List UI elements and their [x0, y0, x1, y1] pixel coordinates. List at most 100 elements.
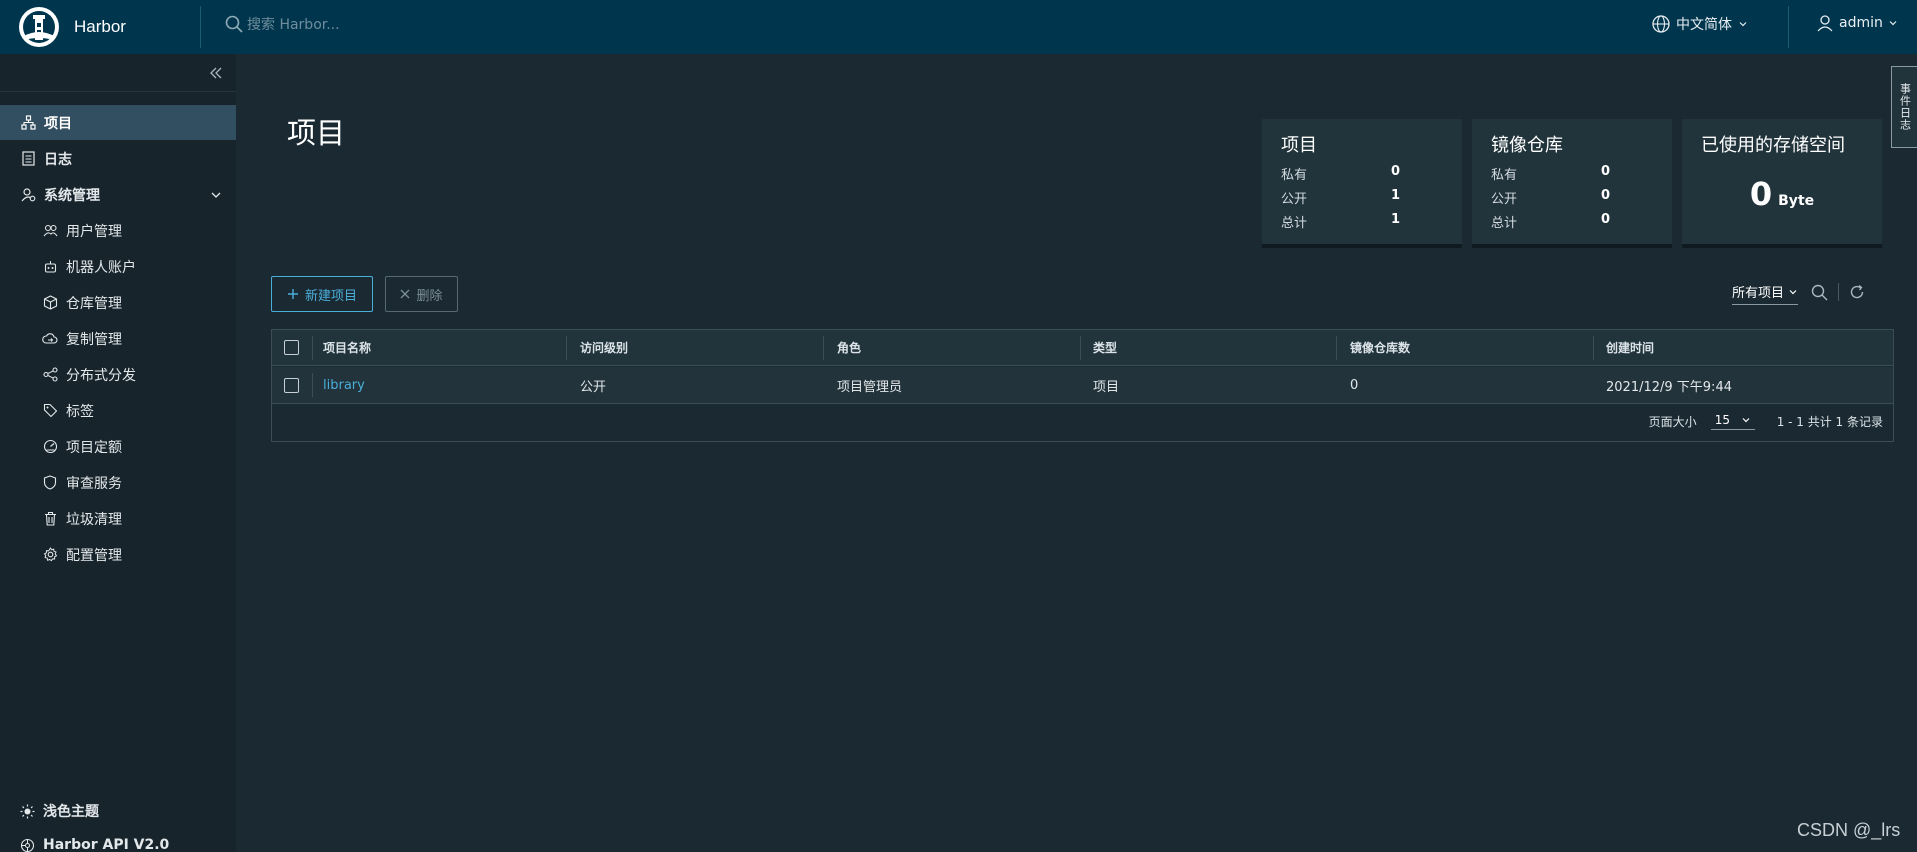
sidebar-item-label: 用户管理 [66, 223, 122, 240]
cell-type: 项目 [1093, 379, 1120, 395]
select-all-checkbox[interactable] [284, 330, 299, 365]
table-tools [1811, 283, 1865, 301]
project-filter-select[interactable]: 所有项目 [1732, 282, 1799, 305]
repositories-summary-card: 镜像仓库 私有 0 公开 0 总计 0 [1472, 119, 1672, 247]
projects-table: 项目名称 访问级别 角色 类型 镜像仓库数 创建时间 library 公开 项目… [271, 329, 1894, 442]
harbor-api-label: Harbor API V2.0 [43, 837, 170, 852]
language-selector[interactable]: 中文简体 [1652, 14, 1748, 34]
header-divider [200, 6, 201, 48]
row-checkbox[interactable] [284, 367, 299, 403]
top-header: Harbor 搜索 Harbor... 中文简体 admin [0, 0, 1917, 54]
column-header-name[interactable]: 项目名称 [323, 330, 371, 365]
search-icon [225, 15, 243, 33]
sidebar-item-label: 系统管理 [44, 187, 100, 204]
sidebar-item-label: 日志 [44, 151, 72, 168]
global-search[interactable]: 搜索 Harbor... [225, 14, 340, 34]
column-header-repo-count[interactable]: 镜像仓库数 [1350, 330, 1410, 365]
sidebar-item-label: 标签 [66, 403, 94, 420]
sidebar-item-replications[interactable]: 复制管理 [0, 321, 236, 356]
table-row[interactable]: library 公开 项目管理员 项目 0 2021/12/9 下午9:44 [272, 367, 1893, 404]
sidebar-item-quotas[interactable]: 项目定额 [0, 429, 236, 464]
sidebar-item-label: 机器人账户 [66, 259, 136, 276]
sidebar-item-robot-accounts[interactable]: 机器人账户 [0, 249, 236, 284]
search-icon[interactable] [1811, 284, 1828, 301]
sidebar-item-logs[interactable]: 日志 [0, 141, 236, 176]
card-row: 总计 0 [1491, 212, 1611, 231]
delete-label: 删除 [416, 288, 443, 304]
column-header-type[interactable]: 类型 [1093, 330, 1117, 365]
app-title: Harbor [74, 17, 126, 36]
sidebar-item-label: 配置管理 [66, 547, 122, 564]
light-theme-label: 浅色主题 [43, 804, 99, 820]
card-title: 项目 [1281, 135, 1317, 156]
storage-summary-card: 已使用的存储空间 0 Byte [1682, 119, 1882, 247]
delete-button[interactable]: 删除 [385, 276, 458, 312]
admin-icon [20, 187, 36, 203]
cell-role: 项目管理员 [837, 379, 903, 395]
sidebar-item-gc[interactable]: 垃圾清理 [0, 501, 236, 536]
sidebar-item-label: 审查服务 [66, 475, 122, 492]
pagination: 页面大小 15 1 - 1 共计 1 条记录 [1649, 413, 1883, 430]
projects-icon [20, 115, 36, 131]
project-name-link[interactable]: library [323, 367, 365, 403]
column-header-access[interactable]: 访问级别 [580, 330, 628, 365]
sidebar-item-label: 复制管理 [66, 331, 122, 348]
sidebar-item-users[interactable]: 用户管理 [0, 213, 236, 248]
sidebar-item-distribution[interactable]: 分布式分发 [0, 357, 236, 392]
column-header-created[interactable]: 创建时间 [1606, 330, 1654, 365]
card-row: 公开 0 [1491, 188, 1611, 207]
sidebar-item-label: 垃圾清理 [66, 511, 122, 528]
sidebar-item-system-admin[interactable]: 系统管理 [0, 177, 236, 212]
column-header-role[interactable]: 角色 [837, 330, 861, 365]
sidebar-item-registries[interactable]: 仓库管理 [0, 285, 236, 320]
trash-icon [42, 511, 58, 527]
user-name: admin [1839, 15, 1883, 31]
plus-icon [287, 289, 298, 299]
collapse-sidebar-icon[interactable] [209, 66, 223, 80]
chevron-down-icon [1739, 22, 1747, 27]
logs-icon [20, 151, 36, 167]
brand[interactable]: Harbor [18, 5, 126, 49]
cell-created: 2021/12/9 下午9:44 [1606, 379, 1732, 395]
shield-icon [42, 475, 58, 491]
tag-icon [42, 403, 58, 419]
chevron-down-icon[interactable] [210, 189, 222, 201]
sidebar-item-configuration[interactable]: 配置管理 [0, 537, 236, 572]
registry-icon [42, 295, 58, 311]
light-theme-toggle[interactable]: 浅色主题 [20, 801, 99, 821]
cell-access: 公开 [580, 379, 607, 395]
robot-icon [42, 259, 58, 275]
quota-icon [42, 439, 58, 455]
api-icon [20, 838, 35, 852]
sidebar-item-labels[interactable]: 标签 [0, 393, 236, 428]
distribution-icon [42, 367, 58, 383]
cell-repo-count: 0 [1350, 377, 1359, 393]
filter-value: 所有项目 [1732, 286, 1785, 301]
chevron-down-icon [1789, 289, 1797, 294]
replication-icon [42, 331, 58, 347]
language-label: 中文简体 [1676, 17, 1732, 33]
sidebar: 项目 日志 系统管理 用户管理 机器人账户 仓库管理 复制管理 分布式分发 标签… [0, 54, 236, 852]
sun-icon [20, 804, 35, 818]
harbor-logo-icon [19, 7, 59, 47]
card-row: 私有 0 [1491, 164, 1611, 183]
storage-value: 0 Byte [1749, 175, 1815, 213]
pagination-summary: 1 - 1 共计 1 条记录 [1776, 415, 1883, 429]
sidebar-item-projects[interactable]: 项目 [0, 105, 236, 140]
globe-icon [1652, 15, 1670, 33]
new-project-button[interactable]: 新建项目 [271, 276, 373, 312]
search-input[interactable]: 搜索 Harbor... [247, 14, 340, 34]
card-row: 总计 1 [1281, 212, 1401, 231]
event-log-label: 事件日志 [1898, 83, 1912, 131]
sidebar-item-interrogation[interactable]: 审查服务 [0, 465, 236, 500]
event-log-tab[interactable]: 事件日志 [1891, 66, 1917, 148]
page-size-select[interactable]: 15 [1710, 413, 1755, 430]
harbor-api-link[interactable]: Harbor API V2.0 [20, 837, 169, 852]
sidebar-divider [0, 91, 236, 92]
chevron-down-icon [1742, 418, 1750, 423]
new-project-label: 新建项目 [304, 288, 357, 304]
user-menu[interactable]: admin [1816, 14, 1898, 32]
user-icon [1817, 15, 1833, 32]
users-icon [42, 223, 58, 239]
refresh-icon[interactable] [1849, 284, 1865, 300]
